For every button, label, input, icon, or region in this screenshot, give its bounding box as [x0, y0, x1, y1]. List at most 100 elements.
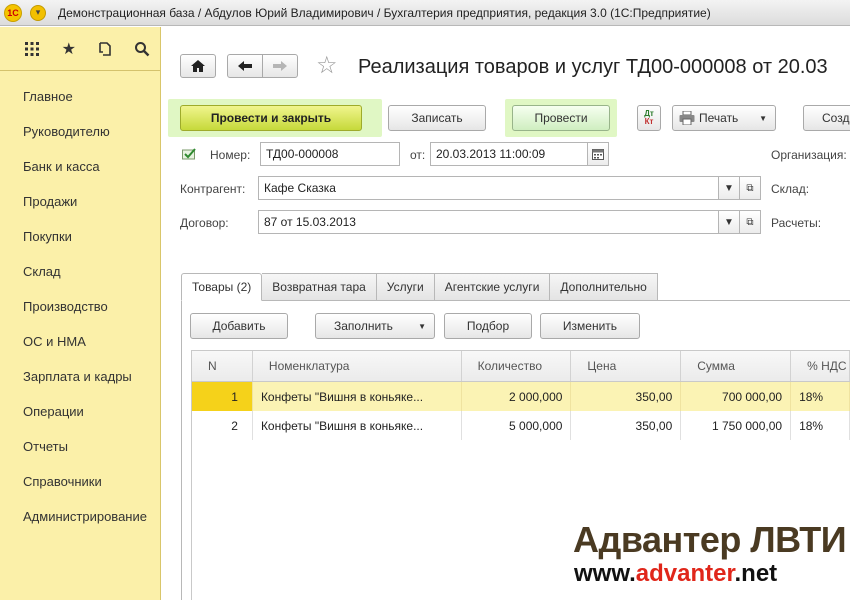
- fill-button[interactable]: Заполнить ▼: [315, 313, 435, 339]
- open-link-icon: ⧉: [746, 216, 754, 228]
- sidebar-item-operations[interactable]: Операции: [0, 394, 160, 429]
- column-header-item[interactable]: Номенклатура: [253, 351, 462, 381]
- edit-button[interactable]: Изменить: [540, 313, 640, 339]
- tab-goods[interactable]: Товары (2): [181, 273, 263, 301]
- favorites-star-icon[interactable]: ★: [51, 34, 88, 64]
- cell-item[interactable]: Конфеты "Вишня в коньяке...: [253, 382, 462, 411]
- arrow-right-icon: [273, 61, 287, 71]
- column-header-vat[interactable]: % НДС: [791, 351, 850, 381]
- organization-label: Организация:: [771, 148, 847, 162]
- settlements-label: Расчеты:: [771, 216, 822, 230]
- calendar-icon: [592, 148, 604, 160]
- sidebar-toolbar: ★: [0, 27, 160, 71]
- app-logo-icon: 1С: [4, 3, 22, 22]
- sidebar-item-bank[interactable]: Банк и касса: [0, 149, 160, 184]
- cell-n: 2: [192, 411, 253, 440]
- kt-label: Кт: [644, 117, 654, 126]
- cell-price[interactable]: 350,00: [571, 411, 682, 440]
- warehouse-label: Склад:: [771, 182, 810, 196]
- document-tabs: Товары (2) Возвратная тара Услуги Агентс…: [181, 273, 658, 301]
- home-button[interactable]: [180, 54, 216, 78]
- tab-returnable-packaging[interactable]: Возвратная тара: [262, 273, 377, 301]
- sidebar-item-assets[interactable]: ОС и НМА: [0, 324, 160, 359]
- number-field[interactable]: ТД00-000008: [260, 142, 400, 166]
- pick-button[interactable]: Подбор: [444, 313, 532, 339]
- window-title: Демонстрационная база / Абдулов Юрий Вла…: [58, 5, 711, 20]
- cell-vat[interactable]: 18%: [791, 411, 850, 440]
- chevron-down-icon: ▼: [724, 216, 734, 228]
- column-header-n[interactable]: N: [192, 351, 253, 381]
- contract-label: Договор:: [180, 216, 229, 230]
- sidebar-item-manager[interactable]: Руководителю: [0, 114, 160, 149]
- sidebar-item-production[interactable]: Производство: [0, 289, 160, 324]
- date-label: от:: [410, 148, 426, 162]
- main-menu-button[interactable]: ▾: [30, 4, 46, 21]
- fill-label: Заполнить: [334, 319, 393, 333]
- date-field[interactable]: 20.03.2013 11:00:09: [430, 142, 588, 166]
- sidebar-item-purchases[interactable]: Покупки: [0, 219, 160, 254]
- table-row[interactable]: 1 Конфеты "Вишня в коньяке... 2 000,000 …: [191, 382, 850, 411]
- column-header-price[interactable]: Цена: [571, 351, 682, 381]
- ledger-entries-button[interactable]: Дт Кт: [637, 105, 661, 131]
- contractor-field[interactable]: Кафе Сказка: [258, 176, 719, 200]
- contractor-open-button[interactable]: ⧉: [739, 176, 761, 200]
- cell-qty[interactable]: 2 000,000: [462, 382, 572, 411]
- sidebar-item-main[interactable]: Главное: [0, 79, 160, 114]
- forward-button[interactable]: [262, 54, 298, 78]
- save-button[interactable]: Записать: [388, 105, 486, 131]
- contract-open-button[interactable]: ⧉: [739, 210, 761, 234]
- tab-additional[interactable]: Дополнительно: [550, 273, 658, 301]
- cell-price[interactable]: 350,00: [571, 382, 682, 411]
- arrow-left-icon: [238, 61, 252, 71]
- watermark-url-prefix: www.: [574, 560, 636, 587]
- favorite-star-icon[interactable]: ☆: [316, 54, 338, 78]
- watermark-url-brand: advanter: [635, 560, 735, 587]
- home-icon: [191, 60, 205, 72]
- sidebar-item-warehouse[interactable]: Склад: [0, 254, 160, 289]
- contract-dropdown-button[interactable]: ▼: [718, 210, 740, 234]
- column-header-sum[interactable]: Сумма: [681, 351, 792, 381]
- dropdown-caret-icon: ▼: [759, 113, 767, 123]
- table-header: N Номенклатура Количество Цена Сумма % Н…: [191, 350, 850, 382]
- watermark-url-suffix: .net: [734, 560, 778, 587]
- sidebar-item-payroll[interactable]: Зарплата и кадры: [0, 359, 160, 394]
- post-button[interactable]: Провести: [512, 105, 610, 131]
- document-form: ☆ Реализация товаров и услуг ТД00-000008…: [162, 27, 850, 600]
- calendar-button[interactable]: [587, 142, 609, 166]
- window-titlebar: 1С ▾ Демонстрационная база / Абдулов Юри…: [0, 0, 850, 26]
- contract-field[interactable]: 87 от 15.03.2013: [258, 210, 719, 234]
- sections-list: Главное Руководителю Банк и касса Продаж…: [0, 71, 160, 534]
- chevron-down-icon: ▼: [724, 182, 734, 194]
- history-icon[interactable]: [87, 34, 124, 64]
- cell-sum[interactable]: 700 000,00: [681, 382, 792, 411]
- cell-qty[interactable]: 5 000,000: [462, 411, 572, 440]
- back-button[interactable]: [227, 54, 263, 78]
- printer-icon: [679, 111, 695, 125]
- watermark-title: Адвантер ЛВТИ: [573, 519, 847, 560]
- tab-agent-services[interactable]: Агентские услуги: [434, 273, 551, 301]
- sidebar-item-catalogs[interactable]: Справочники: [0, 464, 160, 499]
- cell-vat[interactable]: 18%: [791, 382, 850, 411]
- post-and-close-button[interactable]: Провести и закрыть: [180, 105, 362, 131]
- print-button[interactable]: Печать ▼: [672, 105, 776, 131]
- table-row[interactable]: 2 Конфеты "Вишня в коньяке... 5 000,000 …: [191, 411, 850, 440]
- sidebar-item-admin[interactable]: Администрирование: [0, 499, 160, 534]
- sidebar-item-reports[interactable]: Отчеты: [0, 429, 160, 464]
- open-link-icon: ⧉: [746, 182, 754, 194]
- create-based-button[interactable]: Созд: [803, 105, 850, 131]
- print-label: Печать: [699, 111, 739, 125]
- contractor-dropdown-button[interactable]: ▼: [718, 176, 740, 200]
- watermark-url: www.advanter.net: [574, 560, 777, 588]
- cell-item[interactable]: Конфеты "Вишня в коньяке...: [253, 411, 462, 440]
- tab-services[interactable]: Услуги: [376, 273, 435, 301]
- document-title: Реализация товаров и услуг ТД00-000008 о…: [358, 56, 828, 78]
- search-icon[interactable]: [124, 34, 161, 64]
- contractor-label: Контрагент:: [180, 182, 246, 196]
- cell-sum[interactable]: 1 750 000,00: [681, 411, 792, 440]
- column-header-qty[interactable]: Количество: [462, 351, 572, 381]
- cell-n: 1: [192, 382, 253, 411]
- add-row-button[interactable]: Добавить: [190, 313, 288, 339]
- apps-grid-icon[interactable]: [14, 34, 51, 64]
- sidebar-item-sales[interactable]: Продажи: [0, 184, 160, 219]
- posted-check-icon: [182, 148, 196, 160]
